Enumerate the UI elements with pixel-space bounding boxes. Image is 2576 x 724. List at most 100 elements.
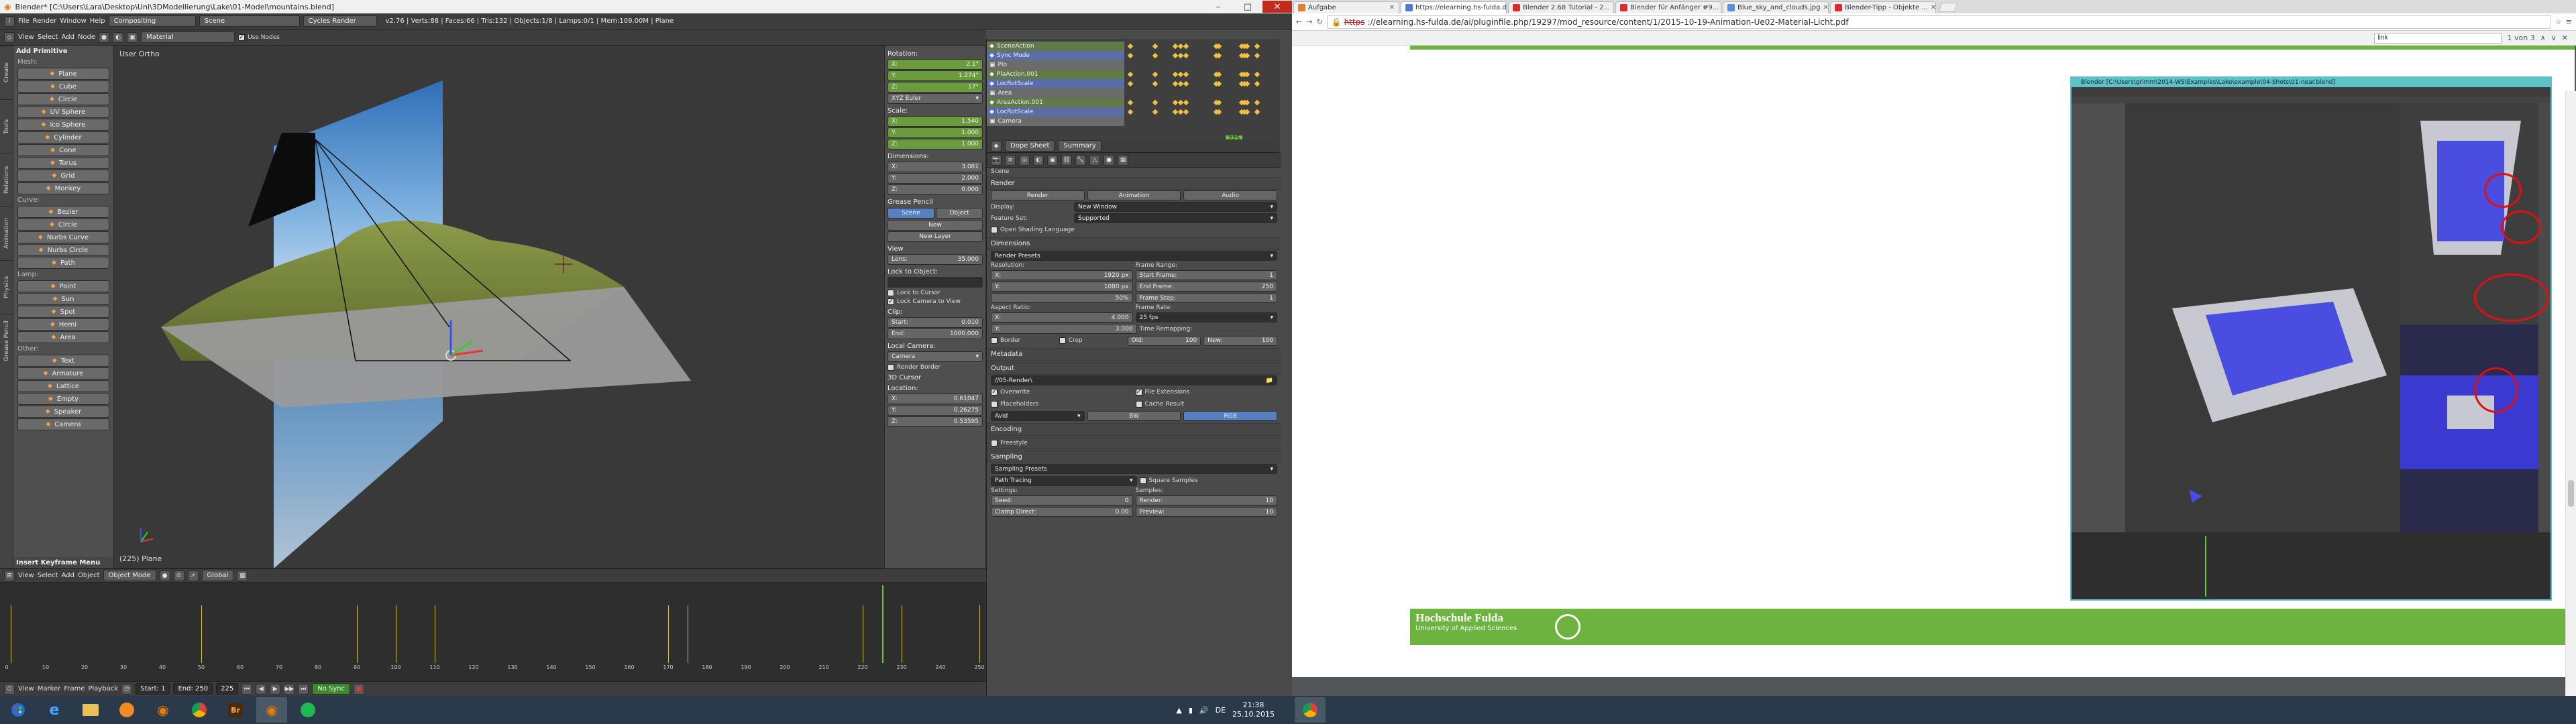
render-button[interactable]: Render	[991, 190, 1085, 200]
keyframe-marker[interactable]	[1183, 99, 1189, 106]
dope-channel[interactable]: ◆ PlaAction.001	[987, 70, 1124, 79]
spotify-icon[interactable]	[292, 697, 323, 723]
sync-select[interactable]: No Sync	[312, 683, 351, 695]
sampling-presets-select[interactable]: Sampling Presets ▾	[991, 464, 1277, 474]
keyframe-marker[interactable]	[1152, 71, 1159, 78]
add-cylinder-button[interactable]: ◆ Cylinder	[17, 131, 109, 143]
current-frame-input[interactable]: 225	[216, 683, 239, 695]
timeline[interactable]: ⊞ View Select Add Object Object Mode ● ⊙…	[0, 568, 986, 681]
menu-window[interactable]: Window	[60, 17, 86, 25]
scroll-thumb[interactable]	[2568, 480, 2574, 507]
keyframe-marker[interactable]	[1254, 52, 1260, 59]
dope-channel[interactable]: ▣ Camera	[987, 117, 1124, 126]
rotation-mode-select[interactable]: XYZ Euler ▾	[888, 93, 983, 104]
keyframe-marker[interactable]	[1152, 99, 1159, 106]
scl-field-0[interactable]: X: 1.540	[888, 116, 983, 127]
timeline-keyframe[interactable]	[668, 605, 669, 663]
file-extensions-checkbox[interactable]: File Extensions	[1135, 389, 1278, 396]
tab-close-icon[interactable]: ✕	[1823, 4, 1828, 11]
placeholders-checkbox[interactable]: Placeholders	[991, 401, 1133, 408]
render-border-checkbox[interactable]: Render Border	[888, 364, 983, 371]
shading-icon[interactable]: ●	[159, 570, 170, 581]
info-editor-icon[interactable]: i	[4, 15, 15, 27]
cur-field-2[interactable]: Z: 0.53595	[888, 416, 983, 427]
orientation-select[interactable]: Global	[201, 570, 234, 581]
add-text-button[interactable]: ◆ Text	[17, 355, 109, 367]
keyframe-marker[interactable]	[1183, 52, 1189, 59]
summary-toggle[interactable]: Summary	[1058, 140, 1102, 152]
sampling-section[interactable]: Sampling	[987, 450, 1281, 463]
back-icon[interactable]: ←	[1296, 17, 1302, 26]
metadata-section[interactable]: Metadata	[987, 348, 1281, 361]
scl-field-2[interactable]: Z: 1.000	[888, 139, 983, 149]
find-next-icon[interactable]: ∨	[2551, 34, 2557, 42]
reload-icon[interactable]: ↻	[1316, 17, 1322, 26]
gp-new-layer-button[interactable]: New Layer	[888, 231, 983, 242]
maximize-button[interactable]: □	[1233, 1, 1263, 13]
bridge-icon[interactable]: Br	[220, 697, 251, 723]
add-spot-button[interactable]: ◆ Spot	[17, 306, 109, 318]
dope-channel[interactable]: ◆ AreaAction.001	[987, 98, 1124, 107]
menu-help[interactable]: Help	[90, 17, 105, 25]
find-prev-icon[interactable]: ∧	[2540, 34, 2546, 42]
clamp-direct-field[interactable]: Clamp Direct: 0.00	[991, 507, 1133, 517]
preview-samples-field[interactable]: Preview: 10	[1135, 507, 1277, 517]
keyframe-marker[interactable]	[1254, 109, 1260, 115]
keyframe-marker[interactable]	[1127, 80, 1133, 87]
clock[interactable]: 21:38 25.10.2015	[1232, 701, 1275, 719]
crop-checkbox[interactable]: Crop	[1059, 337, 1125, 344]
dope-channel[interactable]: ◆ LocRotScale	[987, 107, 1124, 117]
keyframe-marker[interactable]	[1127, 71, 1133, 78]
rot-field-2[interactable]: Z: 17°	[888, 82, 983, 93]
url-input[interactable]: 🔒 https://elearning.hs-fulda.de/ai/plugi…	[1326, 15, 2551, 29]
browser-tab[interactable]: Blender für Anfänger #9... ✕	[1615, 1, 1721, 13]
lock-cursor-checkbox[interactable]: Lock to Cursor	[888, 290, 983, 296]
start-button[interactable]	[3, 697, 34, 723]
vp-menu-object[interactable]: Object	[78, 572, 100, 579]
add-ico-sphere-button[interactable]: ◆ Ico Sphere	[17, 119, 109, 131]
pdf-scrollbar[interactable]	[2565, 91, 2576, 696]
node-menu-view[interactable]: View	[18, 34, 34, 41]
dimensions-section[interactable]: Dimensions	[987, 237, 1281, 250]
blender-taskbar-icon[interactable]: ◉	[148, 697, 178, 723]
lens-field[interactable]: Lens: 35.000	[888, 254, 983, 265]
object-icon[interactable]: ▣	[127, 32, 138, 43]
lock-object-field[interactable]	[888, 277, 983, 288]
start-frame-input[interactable]: Start: 1	[136, 683, 170, 695]
tray-arrow-icon[interactable]: ▲	[1176, 706, 1181, 715]
add-circle-button[interactable]: ◆ Circle	[17, 93, 109, 105]
dope-channel[interactable]: ◆ Sync Mode	[987, 51, 1124, 60]
scene-select[interactable]: Scene	[199, 15, 300, 27]
tab-animation[interactable]: Animation	[0, 206, 13, 260]
chrome-task-right[interactable]	[1295, 697, 1326, 723]
keyframe-marker[interactable]	[1254, 43, 1260, 50]
render-presets-select[interactable]: Render Presets ▾	[991, 251, 1277, 261]
constraints-context-icon[interactable]: ⛓	[1061, 154, 1072, 166]
rgb-button[interactable]: RGB	[1183, 411, 1278, 421]
keyframe-marker[interactable]	[1127, 52, 1133, 59]
local-camera-select[interactable]: Camera ▾	[888, 351, 983, 362]
volume-icon[interactable]: 🔊	[1199, 706, 1209, 715]
node-menu-add[interactable]: Add	[62, 34, 74, 41]
tl-menu-playback[interactable]: Playback	[88, 685, 118, 692]
vp-menu-select[interactable]: Select	[38, 572, 58, 579]
render-section[interactable]: Render	[987, 177, 1281, 190]
layers-icon[interactable]: ▦	[237, 570, 248, 581]
material-context-icon[interactable]: ●	[1104, 154, 1114, 166]
rot-field-1[interactable]: Y: 1.274°	[888, 70, 983, 81]
forward-icon[interactable]: →	[1306, 17, 1312, 26]
dim-field-0[interactable]: X: 3.081	[888, 162, 983, 172]
pivot-icon[interactable]: ⊙	[173, 570, 184, 581]
menu-render[interactable]: Render	[33, 17, 57, 25]
blender-active-icon[interactable]: ◉	[256, 697, 287, 723]
bw-button[interactable]: BW	[1087, 411, 1181, 421]
screen-layout-select[interactable]: Compositing	[108, 15, 196, 27]
timeline-current-frame[interactable]	[882, 585, 883, 663]
tab-grease-pencil[interactable]: Grease Pencil	[0, 314, 13, 367]
minimize-button[interactable]: –	[1203, 1, 1233, 13]
add-monkey-button[interactable]: ◆ Monkey	[17, 182, 109, 194]
keyframe-marker[interactable]	[1254, 71, 1260, 78]
add-area-button[interactable]: ◆ Area	[17, 331, 109, 343]
preview-range-icon[interactable]: ◷	[121, 683, 133, 695]
add-sun-button[interactable]: ◆ Sun	[17, 293, 109, 305]
